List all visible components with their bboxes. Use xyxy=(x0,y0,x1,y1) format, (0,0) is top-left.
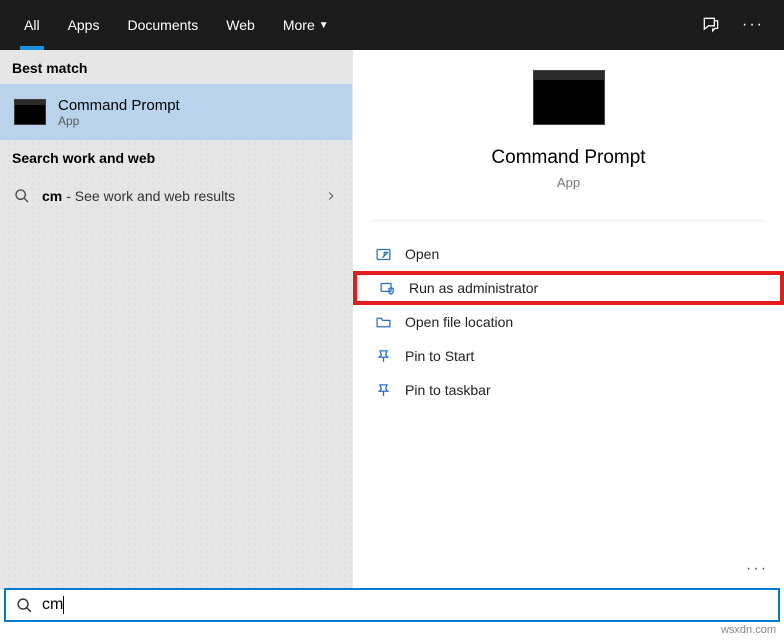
tab-more[interactable]: More ▼ xyxy=(269,0,343,50)
text-caret xyxy=(63,596,64,614)
tab-label: Documents xyxy=(127,17,198,33)
result-title: Command Prompt xyxy=(58,97,180,114)
search-icon xyxy=(6,597,42,614)
admin-shield-icon xyxy=(379,280,409,297)
command-prompt-icon xyxy=(14,99,46,125)
action-pin-to-start[interactable]: Pin to Start xyxy=(353,339,784,373)
pin-icon xyxy=(375,382,405,399)
tab-label: Web xyxy=(226,17,255,33)
preview-subtitle: App xyxy=(557,175,580,190)
action-label: Pin to taskbar xyxy=(405,382,491,398)
tab-label: All xyxy=(24,17,40,33)
results-empty-area xyxy=(0,218,352,590)
tab-apps[interactable]: Apps xyxy=(54,0,114,50)
open-icon xyxy=(375,246,405,263)
query-fragment: cm xyxy=(42,188,62,204)
chevron-down-icon: ▼ xyxy=(319,20,329,31)
search-work-web-item[interactable]: cm- See work and web results xyxy=(0,174,352,218)
tab-label: Apps xyxy=(68,17,100,33)
search-input-bar[interactable]: cm xyxy=(4,588,780,622)
watermark: wsxdn.com xyxy=(721,624,776,636)
result-preview-panel: Command Prompt App Open Run as administr… xyxy=(352,50,784,590)
result-subtitle: App xyxy=(58,114,180,128)
action-label: Open file location xyxy=(405,314,513,330)
tab-label: More xyxy=(283,17,315,33)
action-run-as-administrator[interactable]: Run as administrator xyxy=(353,271,784,305)
action-label: Run as administrator xyxy=(409,280,538,296)
chevron-right-icon xyxy=(324,189,338,203)
command-prompt-icon xyxy=(533,70,605,125)
work-web-hint: - See work and web results xyxy=(66,188,235,204)
work-web-text: cm- See work and web results xyxy=(42,188,324,204)
search-results-area: Best match Command Prompt App Search wor… xyxy=(0,50,784,590)
action-list: Open Run as administrator Open file loca… xyxy=(353,227,784,417)
action-label: Open xyxy=(405,246,439,262)
best-match-result[interactable]: Command Prompt App xyxy=(0,84,352,140)
pin-icon xyxy=(375,348,405,365)
preview-title: Command Prompt xyxy=(491,147,645,169)
more-options-icon[interactable]: ··· xyxy=(732,0,774,50)
best-match-header: Best match xyxy=(0,50,352,84)
feedback-icon[interactable] xyxy=(690,0,732,50)
tab-documents[interactable]: Documents xyxy=(113,0,212,50)
search-value: cm xyxy=(42,596,63,614)
action-label: Pin to Start xyxy=(405,348,474,364)
folder-icon xyxy=(375,314,405,331)
action-open[interactable]: Open xyxy=(353,237,784,271)
search-scope-tabs: All Apps Documents Web More ▼ ··· xyxy=(0,0,784,50)
action-pin-to-taskbar[interactable]: Pin to taskbar xyxy=(353,373,784,407)
action-open-file-location[interactable]: Open file location xyxy=(353,305,784,339)
best-match-text: Command Prompt App xyxy=(58,97,180,128)
panel-more-icon[interactable]: ··· xyxy=(746,560,768,578)
tab-all[interactable]: All xyxy=(10,0,54,50)
tab-web[interactable]: Web xyxy=(212,0,269,50)
preview-header: Command Prompt App xyxy=(353,70,784,220)
results-list-panel: Best match Command Prompt App Search wor… xyxy=(0,50,352,590)
search-icon xyxy=(14,188,32,204)
work-web-header: Search work and web xyxy=(0,140,352,174)
